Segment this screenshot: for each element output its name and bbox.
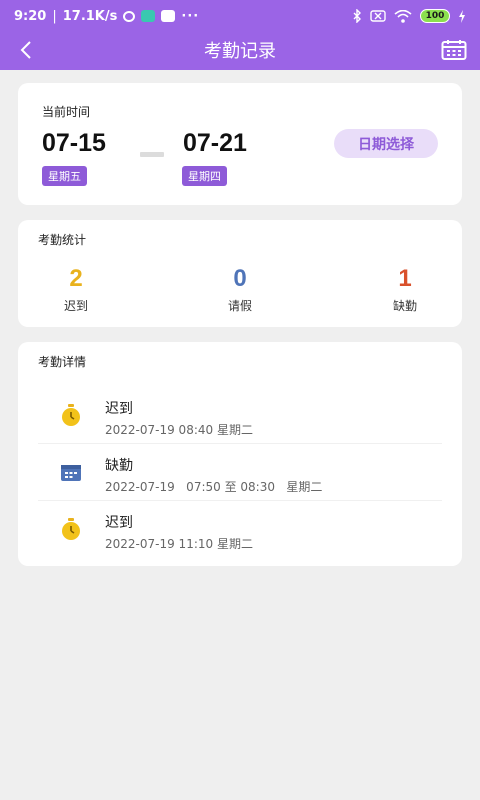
wifi-icon <box>394 9 412 23</box>
record-item[interactable]: 迟到 2022-07-19 11:10 星期二 <box>38 500 442 557</box>
stat-late-value: 2 <box>69 265 83 292</box>
record-info: 2022-07-19 08:40 星期二 <box>105 423 253 437</box>
attendance-details-card: 考勤详情 迟到 2022-07-19 08:40 星期二 缺勤 2022-07-… <box>18 342 462 566</box>
stopwatch-icon <box>58 402 84 428</box>
stat-late-label: 迟到 <box>63 299 88 313</box>
stat-absent-label: 缺勤 <box>392 299 417 313</box>
stat-late[interactable]: 2 迟到 <box>46 265 106 314</box>
status-time: 9:20 <box>14 8 47 24</box>
nav-bar: 考勤记录 <box>0 32 480 68</box>
current-time-card: 当前时间 07-15 07-21 星期五 星期四 日期选择 <box>18 83 462 205</box>
record-type: 缺勤 <box>105 458 133 474</box>
page-title: 考勤记录 <box>204 41 276 62</box>
charging-icon <box>459 9 465 23</box>
more-notifications-icon: ··· <box>181 8 200 24</box>
end-date: 07-21 <box>183 129 247 157</box>
attendance-stats-card: 考勤统计 2 迟到 0 请假 1 缺勤 <box>18 220 462 327</box>
chat-notification-icon <box>141 10 156 22</box>
end-weekday-badge: 星期四 <box>182 166 227 186</box>
record-info: 2022-07-19 11:10 星期二 <box>105 537 253 551</box>
stopwatch-icon <box>58 516 84 542</box>
status-separator: | <box>52 8 57 24</box>
record-item[interactable]: 缺勤 2022-07-19 07:50 至 08:30 星期二 <box>38 443 442 500</box>
stats-title: 考勤统计 <box>38 233 87 247</box>
stat-leave[interactable]: 0 请假 <box>210 265 270 314</box>
date-range-separator <box>140 152 164 157</box>
start-date: 07-15 <box>42 129 106 157</box>
stat-leave-value: 0 <box>233 265 247 292</box>
calendar-icon <box>58 459 84 485</box>
bluetooth-icon <box>353 9 361 23</box>
app-notification-icon <box>123 10 136 22</box>
current-time-label: 当前时间 <box>42 105 91 119</box>
date-select-button[interactable]: 日期选择 <box>334 129 438 158</box>
stat-absent[interactable]: 1 缺勤 <box>375 265 435 314</box>
record-item[interactable]: 迟到 2022-07-19 08:40 星期二 <box>38 386 442 443</box>
status-bar: 9:20 | 17.1K/s ··· 100 <box>0 0 480 32</box>
status-network-speed: 17.1K/s <box>62 8 118 24</box>
stat-leave-label: 请假 <box>227 299 252 313</box>
stat-absent-value: 1 <box>398 265 412 292</box>
app-header: 9:20 | 17.1K/s ··· 100 考勤记录 <box>0 0 480 70</box>
back-button[interactable] <box>14 36 38 64</box>
record-info: 2022-07-19 07:50 至 08:30 星期二 <box>105 480 323 494</box>
sim-off-icon <box>370 10 386 22</box>
record-type: 迟到 <box>105 401 133 417</box>
record-type: 迟到 <box>105 515 133 531</box>
calendar-icon <box>441 40 467 60</box>
start-weekday-badge: 星期五 <box>42 166 87 186</box>
calendar-button[interactable] <box>440 36 468 64</box>
details-title: 考勤详情 <box>38 355 87 369</box>
package-notification-icon <box>161 10 176 22</box>
battery-icon: 100 <box>420 9 450 23</box>
chevron-left-icon <box>20 41 31 59</box>
